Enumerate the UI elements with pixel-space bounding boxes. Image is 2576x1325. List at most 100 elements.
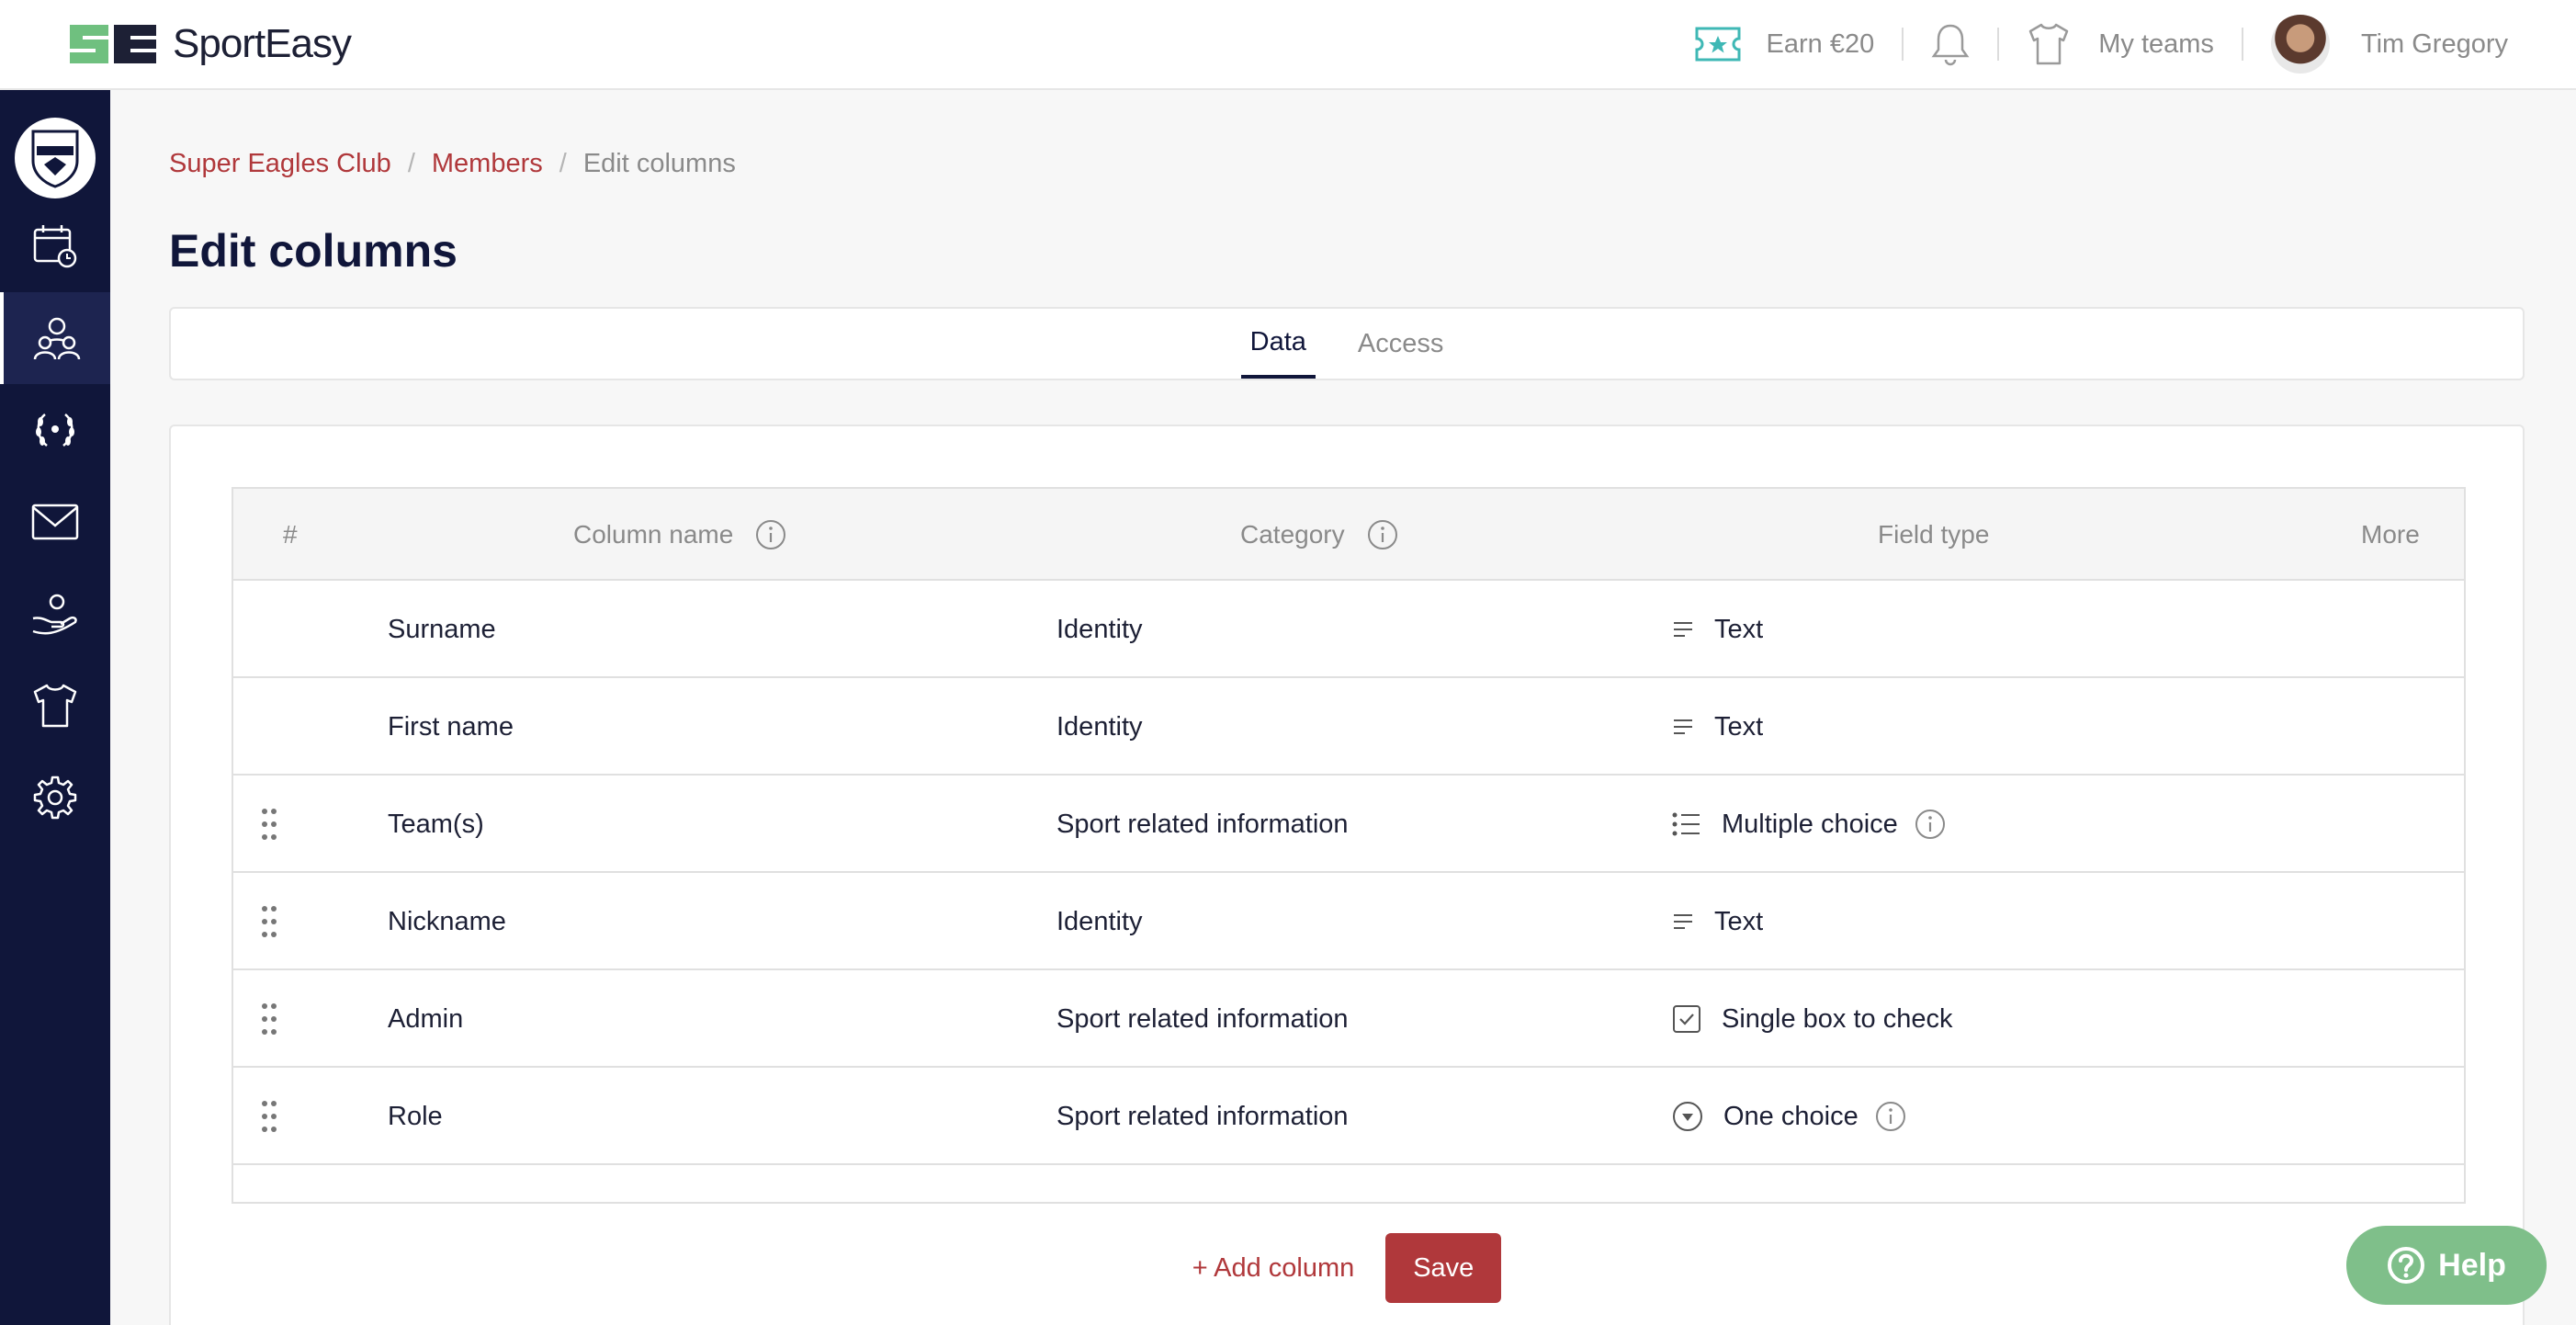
breadcrumb-separator: / xyxy=(407,149,415,178)
sporteasy-logo-icon xyxy=(70,25,156,63)
breadcrumb-separator: / xyxy=(559,149,567,178)
row-column-name: Team(s) xyxy=(388,809,484,839)
user-name: Tim Gregory xyxy=(2360,28,2508,59)
text-lines-icon xyxy=(1674,719,1692,734)
row-category: Sport related information xyxy=(1056,1003,1349,1034)
row-field-type: Text xyxy=(1672,581,1763,678)
table-row[interactable]: Team(s) Sport related information Multip… xyxy=(233,776,2464,873)
drag-handle-icon[interactable] xyxy=(261,776,277,873)
columns-card: # Column name Category Field type More S… xyxy=(169,425,2525,1325)
header-column-name-label: Column name xyxy=(573,520,734,549)
earn-referral-link[interactable]: Earn €20 xyxy=(1695,27,1875,62)
table-row xyxy=(233,1165,2464,1202)
row-category: Sport related information xyxy=(1056,809,1349,839)
help-button[interactable]: Help xyxy=(2346,1226,2547,1305)
form-actions: + Add column Save xyxy=(171,1233,2523,1303)
jersey-icon xyxy=(2029,23,2069,65)
drag-handle-icon[interactable] xyxy=(261,873,277,970)
info-icon[interactable] xyxy=(1915,809,1966,840)
helping-hand-icon xyxy=(32,594,77,635)
row-column-name: Admin xyxy=(388,1003,464,1034)
text-lines-icon xyxy=(1674,622,1692,637)
info-icon[interactable] xyxy=(755,519,786,550)
info-icon[interactable] xyxy=(1875,1101,1926,1132)
row-field-type: One choice xyxy=(1672,1068,1926,1165)
info-icon[interactable] xyxy=(1367,519,1398,550)
dropdown-circle-icon xyxy=(1673,1102,1702,1131)
table-row[interactable]: Role Sport related information One choic… xyxy=(233,1068,2464,1165)
add-column-button[interactable]: + Add column xyxy=(1192,1253,1355,1284)
sidebar-item-volunteers[interactable] xyxy=(0,568,110,660)
avatar xyxy=(2270,15,2330,74)
row-category: Identity xyxy=(1056,614,1143,644)
ticket-star-icon xyxy=(1695,27,1741,62)
table-row[interactable]: First name Identity Text xyxy=(233,678,2464,776)
header-divider xyxy=(1902,28,1904,61)
breadcrumb-club-link[interactable]: Super Eagles Club xyxy=(169,149,391,179)
header-more: More xyxy=(2361,520,2420,549)
drag-handle-icon[interactable] xyxy=(261,970,277,1068)
row-field-type: Text xyxy=(1672,678,1763,776)
table-row[interactable]: Surname Identity Text xyxy=(233,581,2464,678)
my-teams-link[interactable]: My teams xyxy=(2027,22,2214,66)
header-category: Category xyxy=(1240,489,1398,581)
page-title: Edit columns xyxy=(169,225,458,277)
breadcrumb-current: Edit columns xyxy=(582,149,736,178)
bell-icon[interactable] xyxy=(1931,22,1970,66)
sidebar-item-calendar[interactable] xyxy=(0,200,110,292)
header-field-type: Field type xyxy=(1878,520,1990,549)
text-lines-icon xyxy=(1674,914,1692,929)
my-teams-label: My teams xyxy=(2098,28,2214,59)
sidebar-item-settings[interactable] xyxy=(0,752,110,844)
help-label: Help xyxy=(2438,1247,2506,1283)
breadcrumb-members-link[interactable]: Members xyxy=(432,149,543,179)
sidebar-item-trophies[interactable] xyxy=(0,384,110,476)
columns-table: # Column name Category Field type More S… xyxy=(232,487,2466,1204)
row-category: Sport related information xyxy=(1056,1101,1349,1131)
header-category-label: Category xyxy=(1240,520,1345,549)
table-row[interactable]: Nickname Identity Text xyxy=(233,873,2464,970)
header-divider xyxy=(1997,28,2000,61)
tab-data[interactable]: Data xyxy=(1240,309,1316,379)
row-field-type-label: Single box to check xyxy=(1722,1003,1953,1034)
row-column-name: Nickname xyxy=(388,906,506,936)
header-column-name: Column name xyxy=(573,489,786,581)
sidebar-item-messages[interactable] xyxy=(0,476,110,568)
sidebar-item-equipment[interactable] xyxy=(0,660,110,752)
sporteasy-logo[interactable]: SportEasy xyxy=(66,20,352,68)
row-field-type: Multiple choice xyxy=(1672,776,1966,873)
header-divider xyxy=(2241,28,2243,61)
row-field-type-label: Multiple choice xyxy=(1722,809,1898,839)
brand-name: SportEasy xyxy=(173,21,352,66)
gear-icon xyxy=(33,776,77,820)
row-field-type-label: Text xyxy=(1714,614,1764,644)
question-circle-icon xyxy=(2388,1247,2425,1284)
mail-icon xyxy=(31,504,79,540)
row-category: Identity xyxy=(1056,906,1143,936)
top-bar: SportEasy Earn €20 My teams Tim Gregory xyxy=(0,0,2576,90)
row-field-type-label: Text xyxy=(1714,711,1764,742)
row-column-name: First name xyxy=(388,711,514,742)
checkbox-icon xyxy=(1673,1005,1700,1033)
breadcrumb: Super Eagles Club / Members / Edit colum… xyxy=(169,149,736,179)
sidebar-item-members[interactable] xyxy=(0,292,110,384)
earn-label: Earn €20 xyxy=(1766,28,1875,59)
row-column-name: Role xyxy=(388,1101,443,1131)
tabs-bar: Data Access xyxy=(169,307,2525,380)
sidebar xyxy=(0,90,110,1325)
table-row[interactable]: Admin Sport related information Single b… xyxy=(233,970,2464,1068)
row-field-type: Single box to check xyxy=(1672,970,1952,1068)
calendar-icon xyxy=(33,225,77,268)
members-icon xyxy=(33,317,81,360)
list-icon xyxy=(1672,812,1700,836)
table-header: # Column name Category Field type More xyxy=(233,489,2464,581)
save-button[interactable]: Save xyxy=(1385,1233,1502,1303)
jersey-icon xyxy=(33,684,77,728)
row-field-type-label: One choice xyxy=(1723,1101,1859,1131)
tab-access[interactable]: Access xyxy=(1349,309,1452,379)
header-index: # xyxy=(283,520,298,549)
drag-handle-icon[interactable] xyxy=(261,1068,277,1165)
club-badge[interactable] xyxy=(15,118,96,198)
row-column-name: Surname xyxy=(388,614,496,644)
user-menu[interactable]: Tim Gregory xyxy=(2270,15,2508,74)
